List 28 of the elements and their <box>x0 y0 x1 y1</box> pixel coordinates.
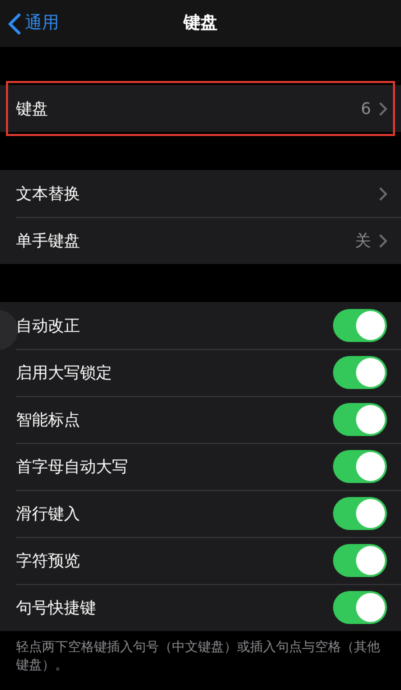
settings-row[interactable]: 文本替换 <box>0 170 401 217</box>
toggle-switch[interactable] <box>333 591 387 624</box>
back-button[interactable]: 通用 <box>0 0 59 47</box>
toggle-switch[interactable] <box>333 309 387 342</box>
row-label: 字符预览 <box>16 550 81 572</box>
row-label: 文本替换 <box>16 182 81 204</box>
toggle-switch[interactable] <box>333 544 387 577</box>
chevron-icon <box>379 186 387 200</box>
screen-title: 键盘 <box>184 12 218 35</box>
row-label: 键盘 <box>16 98 49 120</box>
toggle-switch[interactable] <box>333 403 387 436</box>
toggle-switch[interactable] <box>333 356 387 389</box>
settings-row[interactable]: 单手键盘 关 <box>0 217 401 264</box>
chevron-icon <box>379 234 387 248</box>
row-label: 滑行键入 <box>16 502 81 524</box>
row-value: 关 <box>355 230 371 252</box>
row-label: 首字母自动大写 <box>16 456 129 478</box>
row-label: 自动改正 <box>16 314 81 336</box>
row-label: 单手键盘 <box>16 230 81 252</box>
footer-note: 轻点两下空格键插入句号（中文键盘）或插入句点与空格（其他键盘）。 <box>15 639 381 676</box>
row-value: 6 <box>360 98 371 120</box>
row-label: 句号快捷键 <box>16 596 97 618</box>
chevron-icon <box>379 102 387 116</box>
row-label: 智能标点 <box>16 408 81 430</box>
toggle-switch[interactable] <box>333 497 387 530</box>
row-label: 启用大写锁定 <box>16 362 113 384</box>
toggle-switch[interactable] <box>333 450 387 483</box>
back-chevron-icon <box>8 12 21 34</box>
